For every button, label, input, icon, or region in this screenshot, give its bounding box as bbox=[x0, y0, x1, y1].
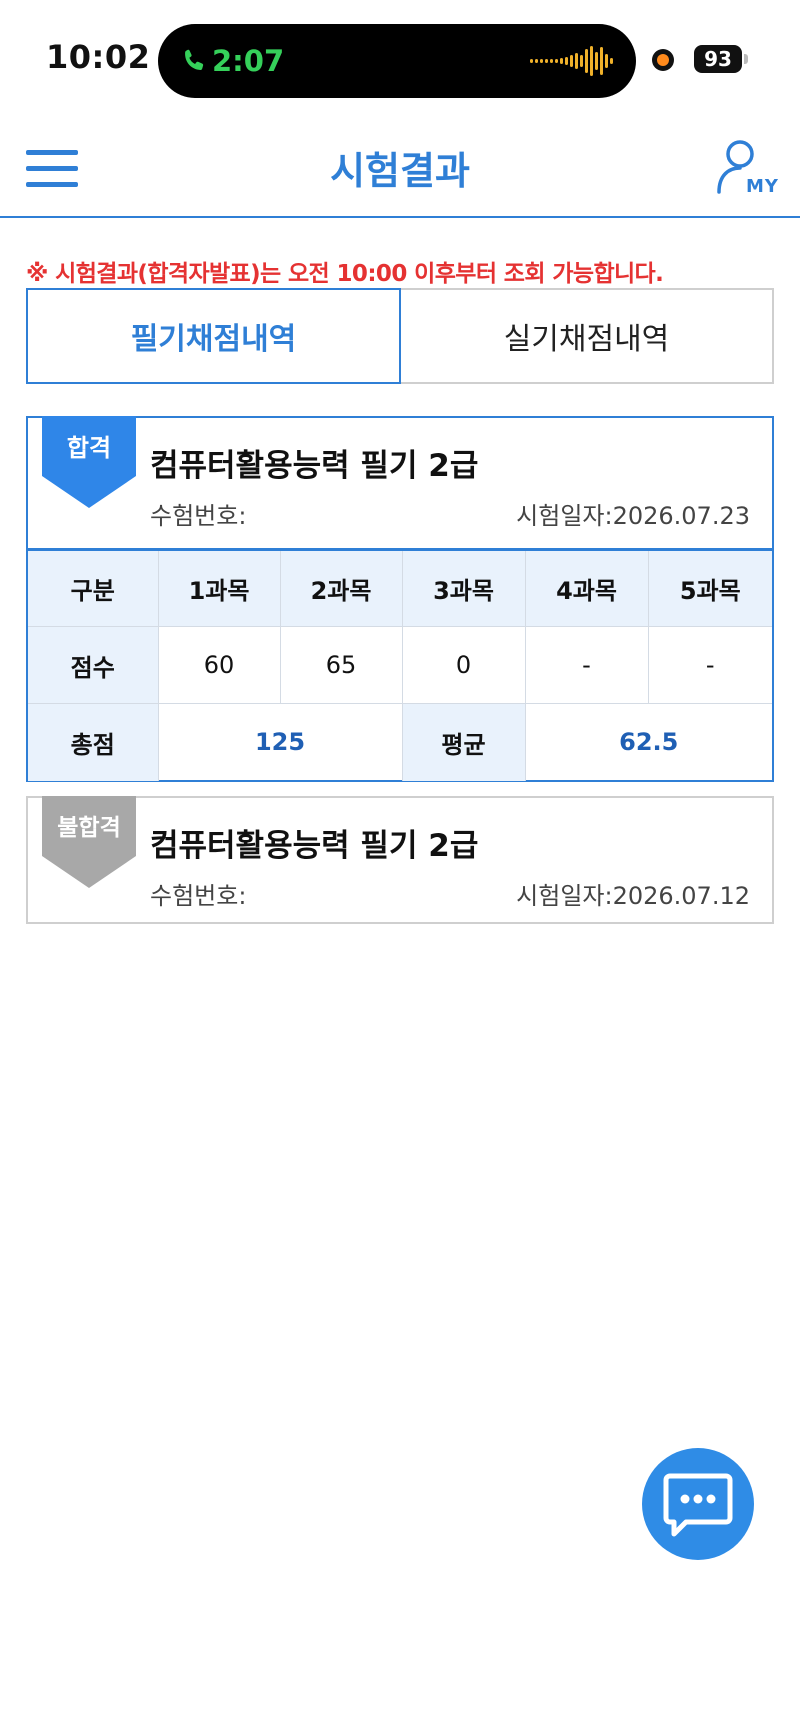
table-header-cell: 구분 bbox=[28, 549, 159, 627]
table-row: 점수 60 65 0 - - bbox=[28, 626, 772, 704]
subject-header-cell: 2과목 bbox=[280, 549, 403, 627]
status-bar: 10:02 2:07 93 bbox=[0, 0, 800, 116]
table-row: 구분 1과목 2과목 3과목 4과목 5과목 bbox=[28, 549, 772, 627]
recording-indicator-icon bbox=[652, 49, 674, 71]
phone-icon bbox=[185, 49, 204, 70]
chat-bubble-icon bbox=[663, 1473, 733, 1537]
certificate-name: 컴퓨터활용능력 필기 2급 bbox=[150, 828, 479, 864]
my-page-button[interactable]: MY bbox=[716, 138, 782, 202]
subject-header-cell: 5과목 bbox=[648, 549, 772, 627]
score-cell: - bbox=[648, 626, 772, 704]
result-card-pass[interactable]: 합격 컴퓨터활용능력 필기 2급 수험번호: 시험일자:2026.07.23 구… bbox=[26, 416, 774, 782]
table-row: 총점 125 평균 62.5 bbox=[28, 703, 772, 781]
score-cell: - bbox=[525, 626, 649, 704]
exam-date: 시험일자:2026.07.23 bbox=[516, 502, 750, 530]
result-card-header: 불합격 컴퓨터활용능력 필기 2급 수험번호: 시험일자:2026.07.12 bbox=[28, 796, 772, 922]
page-title: 시험결과 bbox=[330, 149, 470, 193]
subject-header-cell: 4과목 bbox=[525, 549, 649, 627]
exam-number: 수험번호: bbox=[150, 502, 247, 530]
battery-nub bbox=[744, 54, 748, 64]
exam-date: 시험일자:2026.07.12 bbox=[516, 882, 750, 910]
audio-waveform-icon bbox=[530, 46, 613, 76]
score-cell: 0 bbox=[402, 626, 526, 704]
battery-level: 93 bbox=[694, 45, 742, 73]
notice-text: ※ 시험결과(합격자발표)는 오전 10:00 이후부터 조회 가능합니다. bbox=[26, 261, 664, 287]
result-card-fail[interactable]: 불합격 컴퓨터활용능력 필기 2급 수험번호: 시험일자:2026.07.12 bbox=[26, 796, 774, 924]
dynamic-island-call[interactable]: 2:07 bbox=[158, 24, 636, 98]
subject-header-cell: 3과목 bbox=[402, 549, 526, 627]
tab-written-scoring[interactable]: 필기채점내역 bbox=[26, 288, 401, 384]
app-header: 시험결과 MY bbox=[0, 116, 800, 218]
result-card-header: 합격 컴퓨터활용능력 필기 2급 수험번호: 시험일자:2026.07.23 bbox=[28, 416, 772, 548]
score-cell: 65 bbox=[280, 626, 403, 704]
my-label: MY bbox=[746, 176, 779, 197]
exam-number: 수험번호: bbox=[150, 882, 247, 910]
status-time: 10:02 bbox=[46, 38, 151, 76]
subject-header-cell: 1과목 bbox=[158, 549, 281, 627]
total-label-cell: 총점 bbox=[28, 703, 159, 781]
average-label-cell: 평균 bbox=[402, 703, 526, 781]
chat-button[interactable] bbox=[642, 1448, 754, 1560]
status-badge: 불합격 bbox=[57, 815, 121, 841]
status-badge: 합격 bbox=[66, 434, 112, 462]
result-tabs: 필기채점내역 실기채점내역 bbox=[26, 288, 774, 384]
total-score-cell: 125 bbox=[158, 703, 403, 781]
score-table: 구분 1과목 2과목 3과목 4과목 5과목 점수 60 65 0 - - 총점… bbox=[28, 548, 772, 781]
score-label-cell: 점수 bbox=[28, 626, 159, 704]
score-cell: 60 bbox=[158, 626, 281, 704]
average-score-cell: 62.5 bbox=[619, 728, 679, 757]
tab-practical-scoring[interactable]: 실기채점내역 bbox=[401, 288, 774, 384]
call-duration: 2:07 bbox=[212, 44, 285, 78]
certificate-name: 컴퓨터활용능력 필기 2급 bbox=[150, 448, 479, 484]
